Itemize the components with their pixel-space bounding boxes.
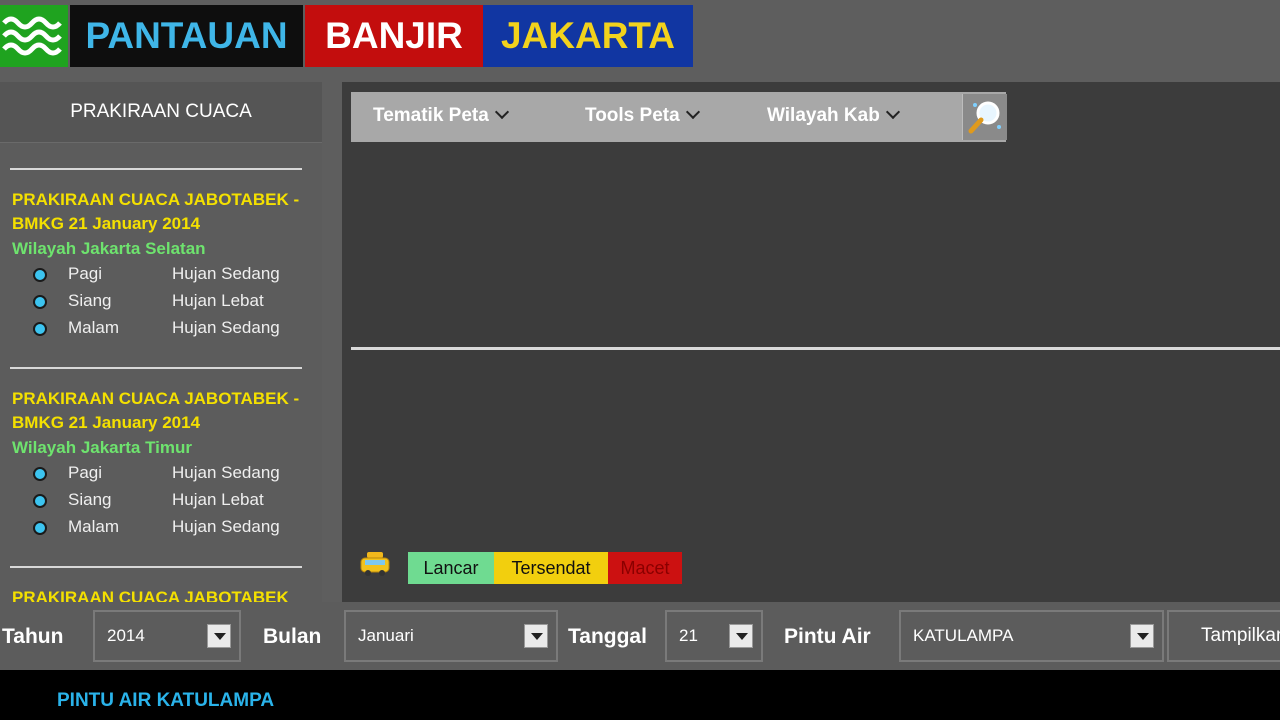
menu-label: Wilayah Kab (767, 105, 880, 126)
forecast-region: Wilayah Jakarta Selatan (12, 239, 206, 258)
forecast-time: Pagi (68, 264, 103, 283)
forecast-title: PRAKIRAAN CUACA JABOTABEK - BMKG 21 Janu… (12, 190, 300, 233)
title-pantauan: PANTAUAN (70, 5, 303, 67)
forecast-block-timur: PRAKIRAAN CUACA JABOTABEK - BMKG 21 Janu… (12, 387, 312, 542)
pintu-air-label: Pintu Air (784, 625, 871, 648)
pintu-air-select[interactable]: KATULAMPA (899, 610, 1164, 662)
title-jakarta: JAKARTA (483, 5, 693, 67)
section-title: PINTU AIR KATULAMPA (57, 690, 275, 711)
car-icon[interactable] (358, 550, 392, 580)
menu-tematik-peta[interactable]: Tematik Peta (373, 92, 509, 142)
forecast-time: Siang (68, 291, 112, 310)
tahun-label: Tahun (2, 625, 64, 648)
forecast-row: Malam Hujan Sedang (12, 316, 312, 343)
forecast-value: Hujan Sedang (172, 318, 280, 337)
search-icon (968, 101, 1001, 134)
filter-bar: Tahun 2014 Bulan Januari Tanggal 21 Pint… (0, 602, 1280, 670)
forecast-block-selatan: PRAKIRAAN CUACA JABOTABEK - BMKG 21 Janu… (12, 188, 312, 343)
map-panel[interactable]: Tematik Peta Tools Peta Wilayah Kab Lanc… (342, 82, 1280, 602)
forecast-row: Siang Hujan Lebat (12, 289, 312, 316)
map-toolbar: Tematik Peta Tools Peta Wilayah Kab (351, 92, 1007, 142)
forecast-time: Malam (68, 318, 120, 337)
logo[interactable] (0, 5, 68, 67)
divider (10, 566, 302, 568)
select-value: 2014 (107, 626, 145, 645)
legend-lancar: Lancar (408, 552, 494, 584)
bulan-select[interactable]: Januari (344, 610, 558, 662)
dropdown-arrow-icon[interactable] (524, 624, 548, 648)
map-boundary-line (351, 347, 1280, 350)
select-value: 21 (679, 626, 698, 645)
forecast-time: Malam (68, 517, 120, 536)
title-banjir: BANJIR (305, 5, 483, 67)
forecast-time: Siang (68, 490, 112, 509)
forecast-value: Hujan Sedang (172, 517, 280, 536)
forecast-value: Hujan Lebat (172, 291, 264, 310)
bullet-icon (33, 268, 47, 282)
bullet-icon (33, 494, 47, 508)
forecast-value: Hujan Sedang (172, 463, 280, 482)
menu-label: Tools Peta (585, 105, 680, 126)
tahun-select[interactable]: 2014 (93, 610, 241, 662)
dropdown-arrow-icon[interactable] (207, 624, 231, 648)
select-value: Januari (358, 626, 414, 645)
divider (10, 367, 302, 369)
sidebar-title: PRAKIRAAN CUACA (0, 82, 322, 143)
forecast-title: PRAKIRAAN CUACA JABOTABEK - BMKG 21 Janu… (12, 389, 300, 432)
legend-macet: Macet (608, 552, 682, 584)
dropdown-arrow-icon[interactable] (1130, 624, 1154, 648)
divider (10, 168, 302, 170)
forecast-row: Malam Hujan Sedang (12, 515, 312, 542)
tampilkan-button[interactable]: Tampilkan (1167, 610, 1280, 662)
chevron-down-icon (885, 104, 900, 120)
chevron-down-icon (494, 104, 509, 120)
map-search-button[interactable] (962, 94, 1007, 140)
bulan-label: Bulan (263, 625, 322, 648)
forecast-value: Hujan Sedang (172, 264, 280, 283)
forecast-region: Wilayah Jakarta Timur (12, 438, 193, 457)
tanggal-select[interactable]: 21 (665, 610, 763, 662)
bullet-icon (33, 467, 47, 481)
waves-icon (2, 16, 62, 56)
menu-tools-peta[interactable]: Tools Peta (585, 92, 700, 142)
forecast-title-partial: PRAKIRAAN CUACA JABOTABEK (12, 588, 289, 602)
legend-tersendat: Tersendat (494, 552, 608, 584)
forecast-sidebar[interactable]: PRAKIRAAN CUACA PRAKIRAAN CUACA JABOTABE… (0, 82, 322, 602)
tanggal-label: Tanggal (568, 625, 647, 648)
chevron-down-icon (685, 104, 700, 120)
menu-wilayah-kab[interactable]: Wilayah Kab (767, 92, 900, 142)
bullet-icon (33, 322, 47, 336)
forecast-row: Siang Hujan Lebat (12, 488, 312, 515)
select-value: KATULAMPA (913, 626, 1014, 645)
menu-label: Tematik Peta (373, 105, 489, 126)
header-banner: PANTAUAN BANJIR JAKARTA (0, 0, 1280, 80)
forecast-row: Pagi Hujan Sedang (12, 461, 312, 488)
bullet-icon (33, 521, 47, 535)
bottom-section: PINTU AIR KATULAMPA (0, 670, 1280, 720)
forecast-value: Hujan Lebat (172, 490, 264, 509)
dropdown-arrow-icon[interactable] (729, 624, 753, 648)
bullet-icon (33, 295, 47, 309)
forecast-row: Pagi Hujan Sedang (12, 262, 312, 289)
forecast-time: Pagi (68, 463, 103, 482)
